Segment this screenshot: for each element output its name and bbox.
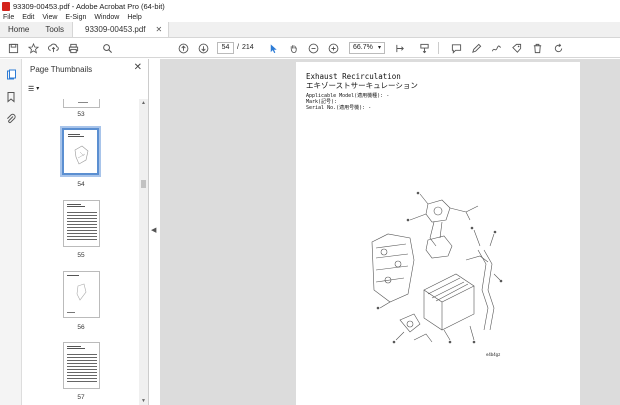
stamp-icon[interactable] [509,41,523,55]
document-viewer[interactable]: Exhaust Recirculation エキゾーストサーキュレーション Ap… [160,59,620,405]
select-cursor-icon[interactable] [266,41,280,55]
thumbnail-page[interactable] [63,99,100,108]
menu-help[interactable]: Help [127,14,141,21]
rotate-icon[interactable] [551,41,565,55]
chevron-down-icon: ▾ [377,45,381,51]
previous-page-icon[interactable] [176,41,190,55]
thumbnail-list: 53 54 55 56 57 [22,99,140,405]
thumbnail-page[interactable] [63,342,100,389]
document-page: Exhaust Recirculation エキゾーストサーキュレーション Ap… [296,62,580,405]
close-tab-icon[interactable]: ✕ [156,25,163,34]
tab-bar: Home Tools 93309-00453.pdf ✕ [0,22,620,38]
thumbnail-page-selected[interactable] [62,128,99,175]
scroll-mode-icon[interactable] [416,41,432,55]
search-icon[interactable] [100,41,114,55]
page-thumbnails-icon[interactable] [5,69,17,81]
title-bar: 93309-00453.pdf - Adobe Acrobat Pro (64-… [0,0,620,12]
menu-view[interactable]: View [42,14,57,21]
zoom-in-icon[interactable] [326,41,340,55]
attachment-icon[interactable] [5,113,17,125]
tab-home[interactable]: Home [0,22,37,37]
bookmark-icon[interactable] [5,91,17,103]
thumbnail-options-button[interactable]: ☰ ▾ [28,83,48,94]
menu-window[interactable]: Window [94,14,119,21]
page-thumbnails-panel: Page Thumbnails ✕ ☰ ▾ 53 54 55 56 57 [22,59,149,405]
save-icon[interactable] [6,41,20,55]
collapse-panel-icon[interactable]: ◀ [151,226,156,234]
doc-serial-no: Serial No.(適用号機): - [306,105,372,111]
thumbnail-page-number: 53 [77,111,85,118]
thumbnail-page[interactable] [63,200,100,247]
print-icon[interactable] [66,41,80,55]
zoom-out-icon[interactable] [306,41,320,55]
next-page-icon[interactable] [196,41,210,55]
upload-icon[interactable] [46,41,60,55]
navigation-rail [0,59,22,405]
thumbnail-page-number: 56 [77,324,85,331]
page-number-input[interactable]: 54 [217,42,234,54]
thumbnail-page-number: 54 [77,181,85,188]
toolbar-separator [438,42,439,54]
draw-icon[interactable] [489,41,503,55]
zoom-level-select[interactable]: 66.7% ▾ [349,42,385,54]
chevron-down-icon: ▾ [36,86,40,92]
highlight-pen-icon[interactable] [469,41,483,55]
hand-tool-icon[interactable] [286,41,300,55]
thumbnail-page-number: 57 [77,394,85,401]
delete-icon[interactable] [530,41,544,55]
window-title: 93309-00453.pdf - Adobe Acrobat Pro (64-… [13,1,165,11]
scroll-up-icon[interactable]: ▲ [141,100,146,106]
thumbnail-page[interactable] [63,271,100,318]
list-options-icon: ☰ [28,85,35,93]
scroll-down-icon[interactable]: ▼ [141,398,146,404]
tab-tools[interactable]: Tools [37,22,72,37]
menu-edit[interactable]: Edit [22,14,34,21]
menu-esign[interactable]: E-Sign [65,14,86,21]
panel-title: Page Thumbnails [30,65,93,74]
zoom-level: 66.7% [353,44,373,51]
menu-bar: File Edit View E-Sign Window Help [0,12,620,22]
comment-icon[interactable] [449,41,463,55]
tab-document[interactable]: 93309-00453.pdf ✕ [72,22,170,37]
thumbnail-page-number: 55 [77,252,85,259]
total-pages: 214 [242,44,254,51]
menu-file[interactable]: File [3,14,14,21]
scrollbar-thumb[interactable] [141,180,146,188]
tab-document-label: 93309-00453.pdf [85,25,146,34]
page-separator: / [237,44,239,51]
doc-title-jp: エキゾーストサーキュレーション [306,81,418,90]
thumbnail-scrollbar[interactable]: ▲ ▼ [139,99,148,405]
toolbar: 54 / 214 66.7% ▾ [0,38,620,58]
close-panel-icon[interactable]: ✕ [134,62,142,73]
page-fit-icon[interactable] [392,41,408,55]
exploded-parts-drawing [371,191,503,344]
star-icon[interactable] [26,41,40,55]
acrobat-icon [2,1,10,11]
drawing-code: e4b4gz [486,352,501,357]
